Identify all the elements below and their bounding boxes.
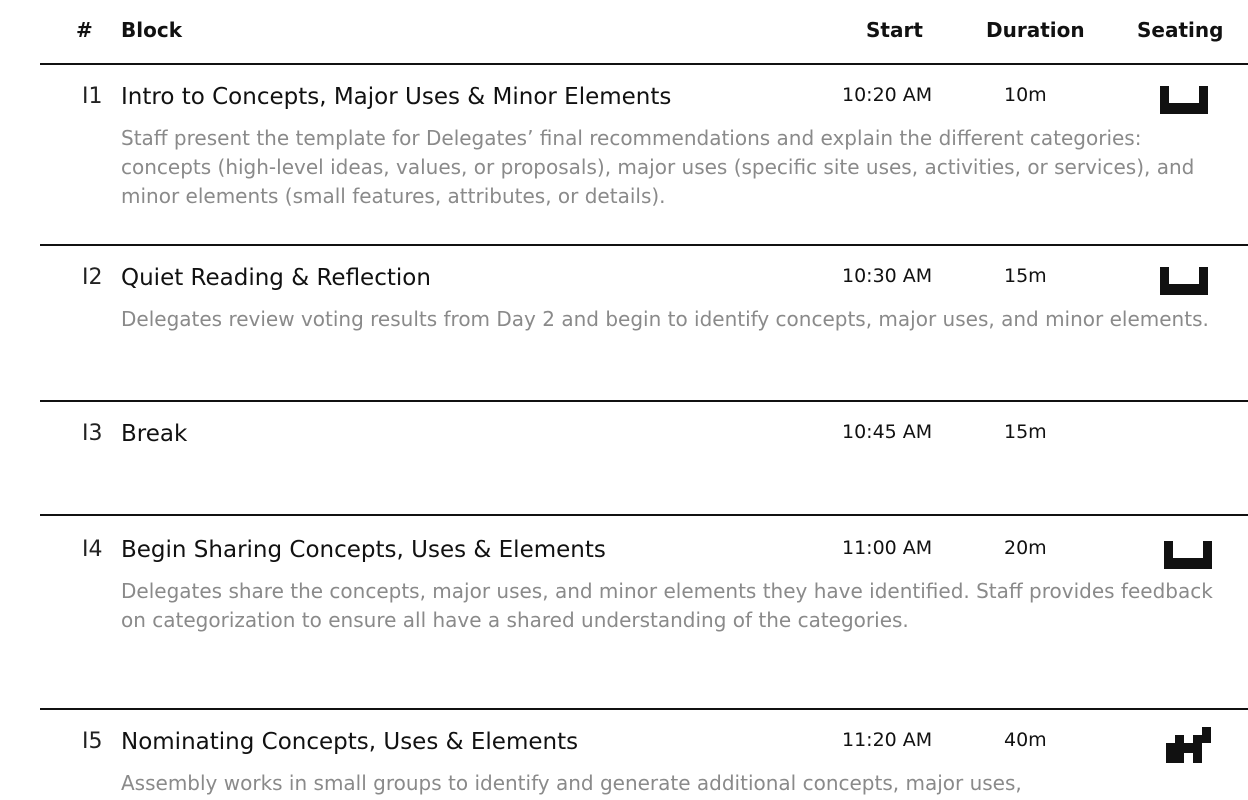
row-divider xyxy=(40,708,1248,710)
row-duration: 15m xyxy=(1004,421,1047,443)
schedule-row: I2 Quiet Reading & Reflection 10:30 AM 1… xyxy=(0,265,1248,375)
column-header-duration: Duration xyxy=(986,18,1085,42)
row-start-time: 10:30 AM xyxy=(842,265,933,287)
row-title: Nominating Concepts, Uses & Elements xyxy=(121,729,579,755)
row-divider xyxy=(40,514,1248,516)
row-start-time: 11:20 AM xyxy=(842,729,933,751)
row-duration: 20m xyxy=(1004,537,1047,559)
row-number: I1 xyxy=(82,84,103,109)
schedule-row: I5 Nominating Concepts, Uses & Elements … xyxy=(0,727,1248,800)
row-duration: 10m xyxy=(1004,84,1047,106)
row-divider xyxy=(40,400,1248,402)
header-divider xyxy=(40,63,1248,65)
row-description: Delegates review voting results from Day… xyxy=(121,307,1209,331)
schedule-row: I1 Intro to Concepts, Major Uses & Minor… xyxy=(0,84,1248,224)
table-header: # Block Start Duration Seating xyxy=(0,0,1248,64)
theater-seating-icon xyxy=(1160,267,1208,295)
row-start-time: 11:00 AM xyxy=(842,537,933,559)
row-description: Delegates share the concepts, major uses… xyxy=(121,579,1213,632)
small-groups-seating-icon xyxy=(1166,727,1211,763)
schedule-row: I4 Begin Sharing Concepts, Uses & Elemen… xyxy=(0,537,1248,687)
theater-seating-icon xyxy=(1160,86,1208,114)
schedule-row: I3 Break 10:45 AM 15m xyxy=(0,421,1248,501)
row-start-time: 10:20 AM xyxy=(842,84,933,106)
row-description: Assembly works in small groups to identi… xyxy=(121,771,1022,795)
row-number: I2 xyxy=(82,265,103,290)
column-header-seating: Seating xyxy=(1137,18,1224,42)
row-title: Begin Sharing Concepts, Uses & Elements xyxy=(121,537,606,563)
row-title: Intro to Concepts, Major Uses & Minor El… xyxy=(121,84,672,110)
column-header-number: # xyxy=(76,18,93,42)
row-divider xyxy=(40,244,1248,246)
column-header-start: Start xyxy=(866,18,923,42)
row-number: I5 xyxy=(82,729,103,754)
row-number: I4 xyxy=(82,537,103,562)
row-title: Quiet Reading & Reflection xyxy=(121,265,431,291)
row-description: Staff present the template for Delegates… xyxy=(121,126,1195,208)
row-duration: 40m xyxy=(1004,729,1047,751)
row-number: I3 xyxy=(82,421,103,446)
column-header-block: Block xyxy=(121,18,182,42)
row-start-time: 10:45 AM xyxy=(842,421,933,443)
theater-seating-icon xyxy=(1164,541,1212,569)
row-title: Break xyxy=(121,421,188,447)
row-duration: 15m xyxy=(1004,265,1047,287)
